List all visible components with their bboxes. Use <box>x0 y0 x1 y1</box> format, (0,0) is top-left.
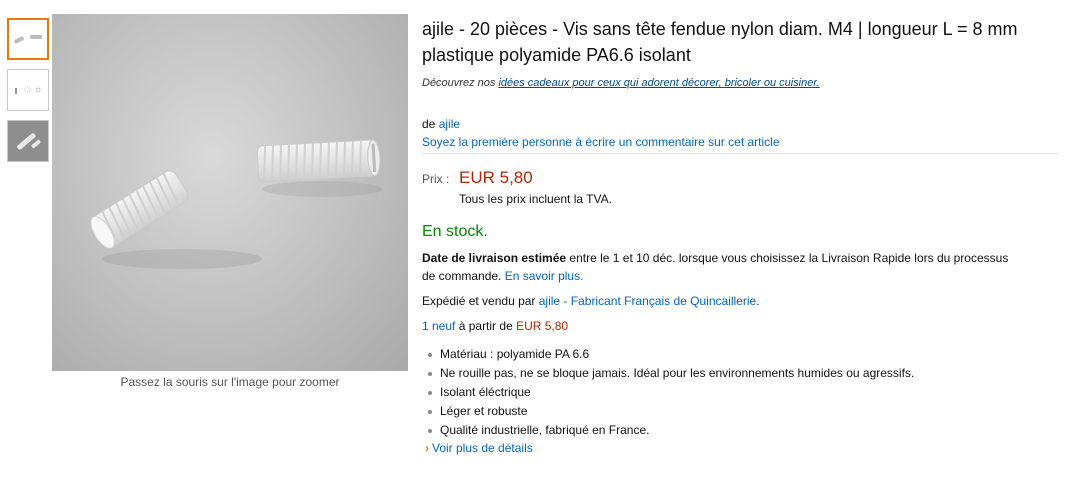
screw-closeup-thumbnail-image <box>17 133 41 150</box>
delivery-info: Date de livraison estimée entre le 1 et … <box>422 249 1022 285</box>
feature-item: Qualité industrielle, fabriqué en France… <box>422 421 1062 440</box>
bullet-icon <box>428 410 432 414</box>
nylon-screws-photo <box>90 139 382 269</box>
chevron-right-icon: › <box>425 441 429 455</box>
feature-item: Ne rouille pas, ne se bloque jamais. Idé… <box>422 364 1062 383</box>
offers-text: à partir de <box>455 319 517 333</box>
offers-price: EUR 5,80 <box>516 319 569 333</box>
vat-note: Tous les prix incluent la TVA. <box>459 192 612 206</box>
feature-item: Isolant éléctrique <box>422 383 1062 402</box>
thumbnail-1[interactable] <box>7 18 49 60</box>
bullet-icon <box>428 353 432 357</box>
feature-item: Matériau : polyamide PA 6.6 <box>422 345 1062 364</box>
product-info: ajile - 20 pièces - Vis sans tête fendue… <box>422 16 1062 455</box>
zoom-hint: Passez la souris sur l'image pour zoomer <box>120 375 340 389</box>
seller-suffix: . <box>756 294 760 308</box>
promo-prefix: Découvrez nos <box>422 77 499 89</box>
by-prefix: de <box>422 117 439 131</box>
gift-ideas-link[interactable]: idées cadeaux pour ceux qui adorent déco… <box>498 77 819 89</box>
screw-pair-thumbnail-image <box>14 35 42 44</box>
thumbnail-3[interactable] <box>7 120 49 162</box>
delivery-label: Date de livraison estimée <box>422 251 567 265</box>
more-details-link[interactable]: Voir plus de détails <box>432 441 533 455</box>
divider <box>422 153 1058 154</box>
bullet-icon <box>428 372 432 376</box>
product-title: ajile - 20 pièces - Vis sans tête fendue… <box>422 19 1018 65</box>
price-label: Prix : <box>422 172 450 186</box>
offers-info: 1 neuf à partir de EUR 5,80 <box>422 319 1062 333</box>
thumbnail-2[interactable] <box>7 69 49 111</box>
main-product-image[interactable] <box>52 14 408 371</box>
feature-item: Léger et robuste <box>422 402 1062 421</box>
bullet-icon <box>428 429 432 433</box>
write-review-link[interactable]: Soyez la première personne à écrire un c… <box>422 135 780 149</box>
new-offers-link[interactable]: 1 neuf <box>422 319 455 333</box>
seller-info: Expédié et vendu par ajile - Fabricant F… <box>422 294 1062 308</box>
promo-line: Découvrez nos idées cadeaux pour ceux qu… <box>422 77 1062 89</box>
thumbnail-list <box>7 18 49 171</box>
stock-status: En stock. <box>422 223 488 240</box>
dimension-drawing-thumbnail-image <box>15 86 41 94</box>
price-row: Prix : EUR 5,80 <box>422 168 1062 188</box>
byline: de ajile Soyez la première personne à éc… <box>422 115 1062 151</box>
brand-link[interactable]: ajile <box>439 117 460 131</box>
learn-more-link[interactable]: En savoir plus. <box>505 269 584 283</box>
seller-prefix: Expédié et vendu par <box>422 294 539 308</box>
more-details: › Voir plus de détails <box>422 441 1062 455</box>
seller-link[interactable]: ajile - Fabricant Français de Quincaille… <box>539 294 756 308</box>
price-value: EUR 5,80 <box>459 168 533 187</box>
bullet-icon <box>428 391 432 395</box>
feature-bullets: Matériau : polyamide PA 6.6 Ne rouille p… <box>422 345 1062 440</box>
